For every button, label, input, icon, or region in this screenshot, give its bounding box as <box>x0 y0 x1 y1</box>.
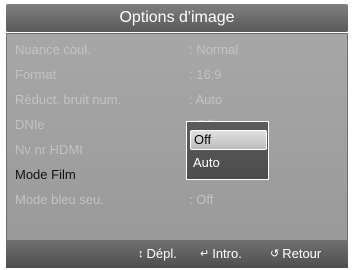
menu-row-label: Mode Film <box>15 167 76 182</box>
dropdown-option-off[interactable]: Off <box>190 130 267 150</box>
footer-enter-hint: ↵ Intro. <box>200 240 242 268</box>
footer-back-hint: ↺ Retour <box>270 240 321 268</box>
menu-row-value: : Off <box>189 192 214 207</box>
menu-row-label: Réduct. bruit num. <box>15 92 122 107</box>
menu-row-label: Nv nr HDMI <box>15 142 83 157</box>
menu-row-value: : 16:9 <box>189 67 222 82</box>
enter-icon: ↵ <box>200 247 210 260</box>
menu-row-blue-only-mode[interactable]: Mode bleu seu. : Off <box>15 190 335 210</box>
up-down-arrow-icon: ↕ <box>138 247 144 260</box>
film-mode-dropdown[interactable]: Off Auto <box>186 121 269 180</box>
menu-row-film-mode[interactable]: Mode Film <box>15 165 335 185</box>
menu-row-value: : Auto <box>189 92 223 107</box>
menu-row-value: : Normal <box>189 42 239 57</box>
footer-back-label: Retour <box>282 246 322 261</box>
footer-enter-label: Intro. <box>212 246 242 261</box>
menu-row-label: Nuance coul. <box>15 42 91 57</box>
dropdown-option-auto[interactable]: Auto <box>190 154 265 172</box>
menu-row-label: Format <box>15 67 57 82</box>
menu-row-label: DNIe <box>15 117 45 132</box>
footer-move-hint: ↕ Dépl. <box>138 240 177 268</box>
return-arrow-icon: ↺ <box>270 247 280 260</box>
picture-options-screen: Options d'image Nuance coul. : Normal Fo… <box>0 0 354 270</box>
menu-row-label: Mode bleu seu. <box>15 192 104 207</box>
menu-title: Options d'image <box>119 9 235 26</box>
menu-panel: Nuance coul. : Normal Format : 16:9 Rédu… <box>6 33 348 241</box>
menu-row-hdmi-black-level[interactable]: Nv nr HDMI <box>15 140 335 160</box>
menu-title-bar: Options d'image <box>6 4 348 32</box>
footer-move-label: Dépl. <box>146 246 177 261</box>
menu-row-nuance[interactable]: Nuance coul. : Normal <box>15 40 335 60</box>
footer-bar: ↕ Dépl. ↵ Intro. ↺ Retour <box>6 240 348 268</box>
menu-row-format[interactable]: Format : 16:9 <box>15 65 335 85</box>
menu-row-noise-reduction[interactable]: Réduct. bruit num. : Auto <box>15 90 335 110</box>
menu-row-dnie[interactable]: DNIe : Off <box>15 115 335 135</box>
